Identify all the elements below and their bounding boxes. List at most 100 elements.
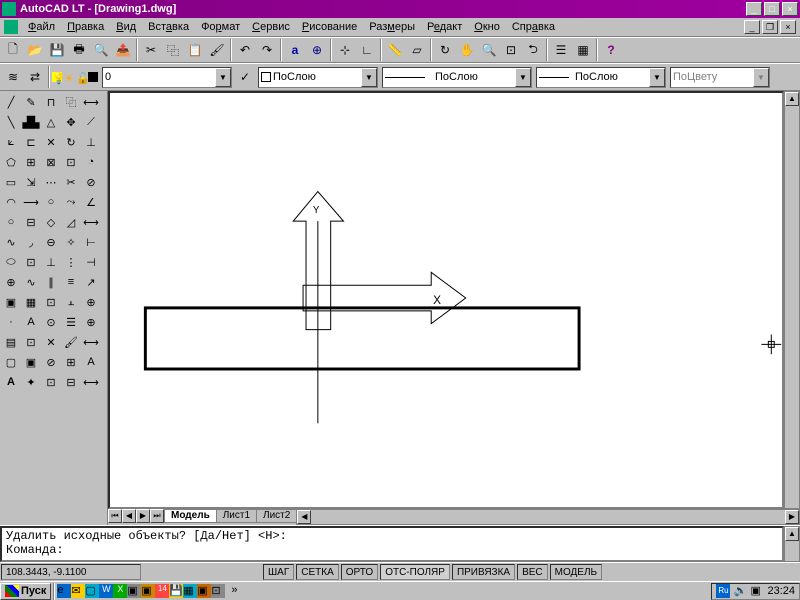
insert-icon[interactable]: ⊕ <box>1 272 21 292</box>
spline-icon[interactable]: ∿ <box>1 232 21 252</box>
ql-ie-icon[interactable]: e <box>57 584 71 598</box>
ql-oe-icon[interactable]: ✉ <box>71 584 85 598</box>
maximize-button[interactable]: □ <box>764 2 780 16</box>
dim-ord-icon[interactable]: ⊥ <box>81 132 101 152</box>
print-icon[interactable]: 🖶 <box>68 39 90 61</box>
scroll-up-icon[interactable]: ▲ <box>785 527 799 541</box>
move-icon[interactable]: ✥ <box>61 112 81 132</box>
pedit-icon[interactable]: ⊡ <box>21 252 41 272</box>
snap-tan-icon[interactable]: ⊖ <box>41 232 61 252</box>
copy-icon[interactable]: ⿻ <box>162 39 184 61</box>
snap-per-icon[interactable]: ⊥ <box>41 252 61 272</box>
erase-icon[interactable]: ✎ <box>21 92 41 112</box>
ellipse-icon[interactable]: ⬭ <box>1 252 21 272</box>
redo-icon[interactable]: ↷ <box>256 39 278 61</box>
ql-app2-icon[interactable]: ▣ <box>141 584 155 598</box>
mdi-minimize-button[interactable]: _ <box>744 20 760 34</box>
tab-sheet1[interactable]: Лист1 <box>216 509 257 523</box>
toggle-model[interactable]: МОДЕЛЬ <box>550 564 602 580</box>
polygon-icon[interactable]: ⬠ <box>1 152 21 172</box>
today-icon[interactable]: a <box>284 39 306 61</box>
toggle-snap[interactable]: ШАГ <box>263 564 294 580</box>
help-icon[interactable]: ? <box>600 39 622 61</box>
ql-cal-icon[interactable]: 14 <box>155 584 169 598</box>
pline-icon[interactable]: ⟀ <box>1 132 21 152</box>
hatch-icon[interactable]: ▤ <box>1 332 21 352</box>
props-icon[interactable]: ☰ <box>550 39 572 61</box>
snap-ext-icon[interactable]: ⋯ <box>41 172 61 192</box>
menu-insert[interactable]: Вставка <box>142 19 195 35</box>
break-icon[interactable]: ⊟ <box>21 212 41 232</box>
snap-par-icon[interactable]: ∥ <box>41 272 61 292</box>
color-dropdown[interactable]: ПоСлою ▼ <box>258 67 378 88</box>
dimedit-icon[interactable]: ⟷ <box>81 332 101 352</box>
paste-icon[interactable]: 📋 <box>184 39 206 61</box>
group-icon[interactable]: ⊞ <box>61 352 81 372</box>
menu-dim[interactable]: Размеры <box>363 19 421 35</box>
match-icon[interactable]: 🖌 <box>206 39 228 61</box>
osnap-set-icon[interactable]: ⊡ <box>41 372 61 392</box>
toggle-ortho[interactable]: ОРТО <box>341 564 378 580</box>
lineweight-dropdown[interactable]: ПоСлою ▼ <box>536 67 666 88</box>
menu-edit[interactable]: Правка <box>61 19 110 35</box>
command-input[interactable]: Удалить исходные объекты? [Да/Нет] <Н>: … <box>0 526 784 562</box>
linetype-dropdown[interactable]: ПоСлою ▼ <box>382 67 532 88</box>
dim-dia-icon[interactable]: ⊘ <box>81 172 101 192</box>
ql-app4-icon[interactable]: ▣ <box>197 584 211 598</box>
open-icon[interactable]: 📂 <box>24 39 46 61</box>
ql-save-icon[interactable]: 💾 <box>169 584 183 598</box>
scale-icon[interactable]: ⊡ <box>61 152 81 172</box>
hatchedit-icon[interactable]: ▦ <box>21 292 41 312</box>
chevron-down-icon[interactable]: ▼ <box>361 68 377 87</box>
tol-icon[interactable]: ⊕ <box>81 292 101 312</box>
menu-view[interactable]: Вид <box>110 19 142 35</box>
chevron-down-icon[interactable]: ▼ <box>649 68 665 87</box>
mdi-restore-button[interactable]: ❐ <box>762 20 778 34</box>
xline-icon[interactable]: ╲ <box>1 112 21 132</box>
chamfer-icon[interactable]: ◿ <box>61 212 81 232</box>
snap-cen-icon[interactable]: ○ <box>41 192 61 212</box>
ql-app3-icon[interactable]: ▦ <box>183 584 197 598</box>
ql-app5-icon[interactable]: ⊡ <box>211 584 225 598</box>
area-icon[interactable]: ▱ <box>406 39 428 61</box>
dim-bas-icon[interactable]: ⊢ <box>81 232 101 252</box>
circle-icon[interactable]: ○ <box>1 212 21 232</box>
start-button[interactable]: Пуск <box>0 583 51 600</box>
publish-icon[interactable]: 📤 <box>112 39 134 61</box>
snap-from-icon[interactable]: ⊹ <box>334 39 356 61</box>
menu-help[interactable]: Справка <box>506 19 561 35</box>
align-icon[interactable]: ⫠ <box>61 292 81 312</box>
menu-modify[interactable]: Редакт <box>421 19 468 35</box>
splinedit-icon[interactable]: ∿ <box>21 272 41 292</box>
tab-nav-prev-icon[interactable]: ◀ <box>122 509 136 523</box>
copy-obj-icon[interactable]: ⿻ <box>61 92 81 112</box>
tab-sheet2[interactable]: Лист2 <box>256 509 297 523</box>
snap-qua-icon[interactable]: ◇ <box>41 212 61 232</box>
wblock-icon[interactable]: ▣ <box>21 352 41 372</box>
snap-nod-icon[interactable]: ⊙ <box>41 312 61 332</box>
measure-icon[interactable]: ≡ <box>61 272 81 292</box>
scroll-up-icon[interactable]: ▲ <box>785 92 799 106</box>
layer-dropdown[interactable]: 0 ▼ <box>102 67 232 88</box>
dim-lin-icon[interactable]: ⟷ <box>81 92 101 112</box>
dim-ang-icon[interactable]: ∠ <box>81 192 101 212</box>
dcenter-icon[interactable]: ▦ <box>572 39 594 61</box>
divide-icon[interactable]: ⋮ <box>61 252 81 272</box>
snap-ins-icon[interactable]: ⊡ <box>41 292 61 312</box>
mirror-icon[interactable]: ▟▙ <box>21 112 41 132</box>
array-icon[interactable]: ⊞ <box>21 152 41 172</box>
toggle-polar[interactable]: ОТС-ПОЛЯР <box>380 564 450 580</box>
offset-icon[interactable]: ⊏ <box>21 132 41 152</box>
undo-icon[interactable]: ↶ <box>234 39 256 61</box>
ucs-icon[interactable]: ∟ <box>356 39 378 61</box>
toggle-osnap[interactable]: ПРИВЯЗКА <box>452 564 515 580</box>
purge-icon[interactable]: ✦ <box>21 372 41 392</box>
menu-window[interactable]: Окно <box>468 19 506 35</box>
ql-excel-icon[interactable]: X <box>113 584 127 598</box>
vertical-scrollbar[interactable]: ▲ <box>784 91 800 509</box>
mdi-close-button[interactable]: × <box>780 20 796 34</box>
chevron-down-icon[interactable]: ▼ <box>515 68 531 87</box>
snap-int-icon[interactable]: ✕ <box>41 132 61 152</box>
explode-icon[interactable]: ✧ <box>61 232 81 252</box>
scroll-left-icon[interactable]: ◀ <box>297 510 311 524</box>
